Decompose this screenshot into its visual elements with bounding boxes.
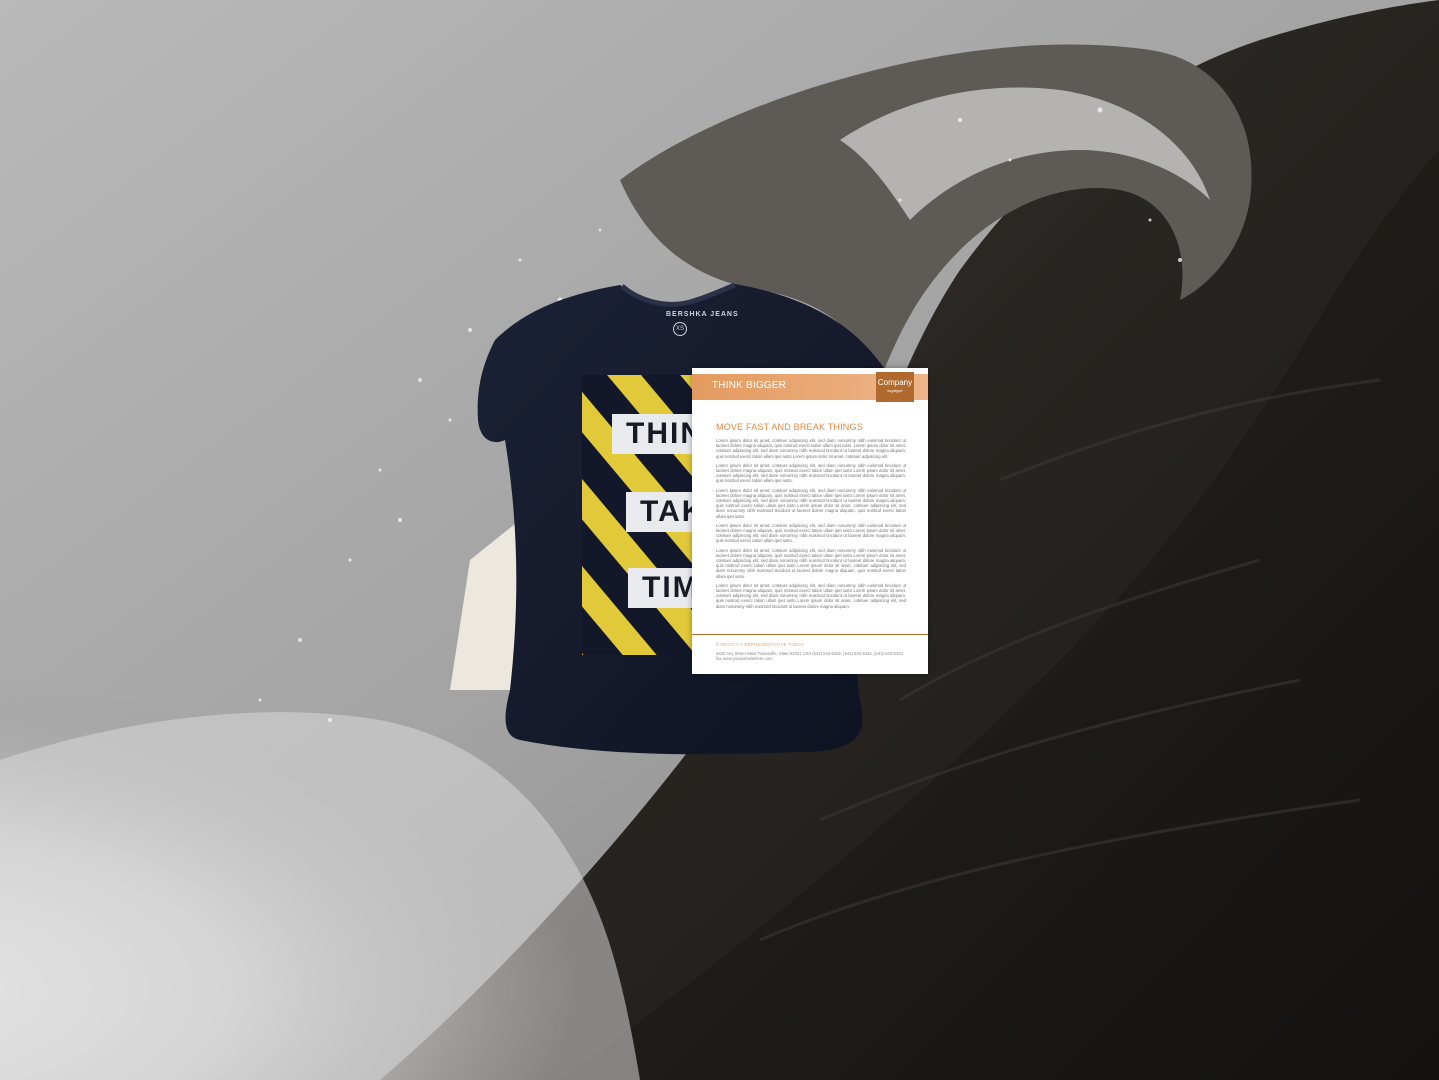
shirt-word-take: TAKE <box>626 492 694 532</box>
collar-brand-label: BERSHKA JEANS <box>666 311 739 318</box>
logo-company-text: Company <box>877 378 913 387</box>
flyer-header-title: THINK BIGGER <box>712 380 787 391</box>
body-paragraph: Lorem ipsum dolor sit amet, cotetuer adi… <box>716 582 906 609</box>
company-logo: Company logotype <box>876 372 914 402</box>
flyer-headline: MOVE FAST AND BREAK THINGS <box>716 422 863 432</box>
footer-divider <box>692 634 928 635</box>
contact-text: 5432 Any Street West Townsville, State 5… <box>716 651 903 662</box>
shirt-word-time: TIME <box>628 568 694 608</box>
body-paragraph: Lorem ipsum dolor sit amet, cotetuer adi… <box>716 438 906 459</box>
logo-sub-text: logotype <box>887 388 903 393</box>
flyer-document: THINK BIGGER Company logotype MOVE FAST … <box>692 368 928 674</box>
body-paragraph: Lorem ipsum dolor sit amet, cotetuer adi… <box>716 462 906 484</box>
body-paragraph: Lorem ipsum dolor sit amet, cotetuer adi… <box>716 547 906 579</box>
size-tag: XS <box>673 322 687 336</box>
flyer-body: Lorem ipsum dolor sit amet, cotetuer adi… <box>716 438 906 626</box>
contact-title: CONTACT A REPRESENTATIVE TODAY <box>716 642 805 647</box>
shirt-word-think: THINK <box>612 414 694 454</box>
body-paragraph: Lorem ipsum dolor sit amet, cotetuer adi… <box>716 487 906 519</box>
body-paragraph: Lorem ipsum dolor sit amet, cotetuer adi… <box>716 522 906 544</box>
